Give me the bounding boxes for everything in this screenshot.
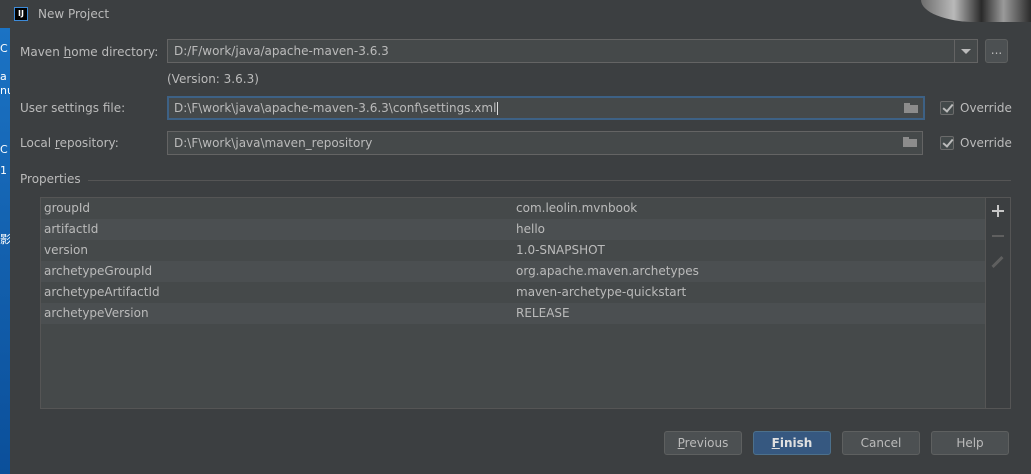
property-key: archetypeVersion — [44, 306, 149, 320]
property-key: groupId — [44, 201, 91, 215]
properties-title: Properties — [20, 172, 81, 186]
local-repository-label: Local repository: — [20, 136, 119, 150]
table-row[interactable]: archetypeGroupId org.apache.maven.archet… — [41, 261, 985, 282]
table-row[interactable]: artifactId hello — [41, 219, 985, 240]
repo-override-checkbox[interactable] — [940, 136, 954, 150]
cancel-button[interactable]: Cancel — [842, 431, 920, 455]
properties-toolbar — [986, 197, 1011, 409]
maven-home-label: Maven home directory: — [20, 45, 159, 59]
minus-icon[interactable] — [991, 229, 1005, 243]
table-row[interactable]: groupId com.leolin.mvnbook — [41, 198, 985, 219]
user-settings-label: User settings file: — [20, 101, 126, 115]
window-title: New Project — [38, 7, 110, 21]
property-value: org.apache.maven.archetypes — [516, 264, 699, 278]
maven-home-combo[interactable]: D:/F/work/java/apache-maven-3.6.3 — [167, 39, 978, 63]
folder-icon[interactable] — [904, 103, 918, 114]
previous-button[interactable]: Previous — [664, 431, 742, 455]
edit-icon[interactable] — [991, 255, 1005, 269]
property-value: hello — [516, 222, 545, 236]
repo-override-label[interactable]: Override — [960, 136, 1012, 150]
user-settings-field[interactable]: D:\F\work\java\apache-maven-3.6.3\conf\s… — [167, 96, 925, 120]
property-value: maven-archetype-quickstart — [516, 285, 687, 299]
property-key: version — [44, 243, 88, 257]
property-key: archetypeArtifactId — [44, 285, 160, 299]
title-bar: IJ New Project — [0, 0, 1031, 28]
settings-override-label[interactable]: Override — [960, 101, 1012, 115]
chevron-down-icon[interactable] — [954, 40, 977, 62]
plus-icon[interactable] — [991, 204, 1005, 218]
folder-icon[interactable] — [903, 137, 917, 148]
table-row[interactable]: archetypeArtifactId maven-archetype-quic… — [41, 282, 985, 303]
user-settings-value: D:\F\work\java\apache-maven-3.6.3\conf\s… — [174, 101, 497, 115]
table-row[interactable]: archetypeVersion RELEASE — [41, 303, 985, 324]
finish-button[interactable]: Finish — [753, 431, 831, 455]
desktop-glyph: C — [0, 143, 8, 156]
section-divider — [88, 180, 1011, 181]
desktop-background: C a nu C 1 影 — [0, 28, 10, 474]
desktop-glyph: 1 — [0, 164, 7, 177]
intellij-icon: IJ — [14, 7, 28, 21]
desktop-glyph: a — [0, 70, 7, 83]
property-key: artifactId — [44, 222, 99, 236]
local-repository-value: D:\F\work\java\maven_repository — [174, 136, 373, 150]
property-key: archetypeGroupId — [44, 264, 153, 278]
desktop-glyph: 影 — [0, 233, 10, 246]
property-value: 1.0-SNAPSHOT — [516, 243, 605, 257]
maven-version-note: (Version: 3.6.3) — [167, 72, 259, 86]
local-repository-field[interactable]: D:\F\work\java\maven_repository — [167, 131, 923, 155]
property-value: RELEASE — [516, 306, 570, 320]
settings-override-checkbox[interactable] — [940, 101, 954, 115]
desktop-glyph: nu — [0, 84, 10, 97]
maven-home-value: D:/F/work/java/apache-maven-3.6.3 — [174, 44, 389, 58]
user-avatar — [921, 0, 1031, 22]
desktop-glyph: C — [0, 42, 8, 55]
help-button[interactable]: Help — [931, 431, 1009, 455]
browse-button[interactable]: ... — [985, 39, 1008, 63]
table-row[interactable]: version 1.0-SNAPSHOT — [41, 240, 985, 261]
text-caret — [497, 102, 499, 115]
properties-table[interactable]: groupId com.leolin.mvnbook artifactId he… — [40, 197, 986, 409]
property-value: com.leolin.mvnbook — [516, 201, 638, 215]
